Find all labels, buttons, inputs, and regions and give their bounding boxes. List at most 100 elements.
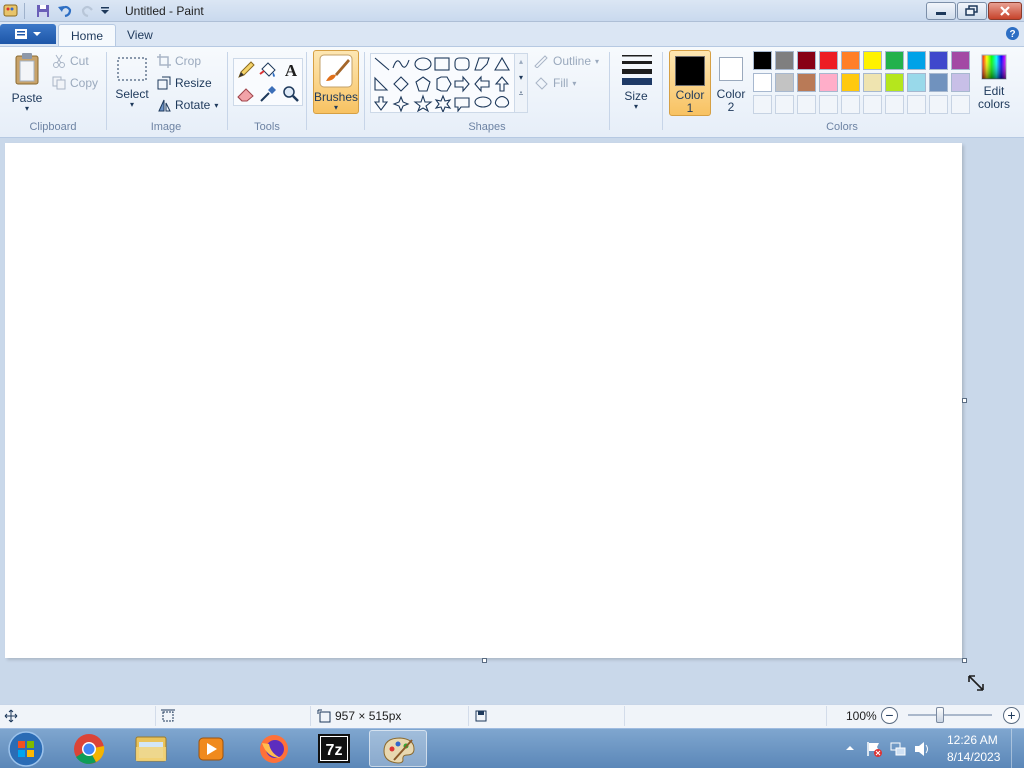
- shapes-scrollbar[interactable]: ▴ ▾ ⩡: [514, 54, 527, 112]
- file-menu-button[interactable]: [0, 24, 56, 44]
- canvas-resize-handle-corner[interactable]: [962, 658, 967, 663]
- palette-swatch[interactable]: [841, 51, 860, 70]
- taskbar-paint[interactable]: [369, 730, 427, 767]
- edit-colors-button[interactable]: Edit colors: [976, 52, 1012, 116]
- quick-access-customize-icon[interactable]: [100, 6, 110, 16]
- palette-swatch[interactable]: [753, 51, 772, 70]
- custom-color-slot[interactable]: [863, 95, 882, 114]
- brushes-label: Brushes: [314, 90, 359, 104]
- zoom-slider-track[interactable]: [908, 714, 992, 716]
- rotate-label: Rotate: [175, 98, 211, 112]
- shapes-expand-icon[interactable]: ⩡: [515, 86, 527, 102]
- fill-label: Fill: [553, 76, 569, 90]
- clock-date[interactable]: 8/14/2023: [947, 750, 1000, 764]
- taskbar-firefox[interactable]: [245, 730, 303, 767]
- fill-button[interactable]: Fill ▾: [533, 74, 576, 92]
- custom-color-slot[interactable]: [775, 95, 794, 114]
- show-desktop-button[interactable]: [1011, 729, 1024, 768]
- action-center-flag-icon[interactable]: [865, 740, 883, 758]
- text-tool-icon[interactable]: A: [281, 60, 301, 80]
- tab-home[interactable]: Home: [58, 24, 117, 46]
- window-title: Untitled - Paint: [125, 4, 204, 18]
- palette-swatch[interactable]: [951, 51, 970, 70]
- close-button[interactable]: [988, 2, 1022, 20]
- custom-color-slot[interactable]: [951, 95, 970, 114]
- select-button[interactable]: Select ▾: [113, 54, 151, 114]
- custom-color-slot[interactable]: [819, 95, 838, 114]
- palette-swatch[interactable]: [863, 73, 882, 92]
- tools-group-label: Tools: [254, 121, 280, 133]
- copy-button[interactable]: Copy: [52, 74, 98, 92]
- folder-icon: [135, 736, 167, 762]
- shapes-gallery[interactable]: [370, 53, 528, 114]
- paint-app-icon[interactable]: [3, 3, 19, 19]
- zoom-slider-thumb[interactable]: [935, 707, 944, 723]
- paste-button[interactable]: Paste ▾: [8, 52, 46, 113]
- volume-icon[interactable]: [913, 740, 931, 758]
- show-hidden-icons-icon[interactable]: [845, 743, 855, 753]
- network-icon[interactable]: [889, 740, 907, 758]
- palette-swatch[interactable]: [841, 73, 860, 92]
- taskbar-7zip[interactable]: 7z: [305, 730, 363, 767]
- custom-color-slot[interactable]: [797, 95, 816, 114]
- canvas-resize-handle-bottom[interactable]: [482, 658, 487, 663]
- minimize-button[interactable]: [926, 2, 956, 20]
- size-button[interactable]: Size ▾: [616, 52, 656, 114]
- color1-number: 1: [686, 101, 694, 115]
- zoom-out-button[interactable]: −: [881, 707, 898, 724]
- rotate-button[interactable]: Rotate ▾: [157, 96, 218, 114]
- taskbar-file-explorer[interactable]: [122, 730, 180, 767]
- clock-time[interactable]: 12:26 AM: [947, 733, 998, 747]
- custom-color-slot[interactable]: [841, 95, 860, 114]
- palette-swatch[interactable]: [819, 51, 838, 70]
- color1-button[interactable]: Color 1: [669, 50, 711, 116]
- palette-swatch[interactable]: [797, 51, 816, 70]
- zoom-in-button[interactable]: +: [1003, 707, 1020, 724]
- taskbar-media-player[interactable]: [182, 730, 240, 767]
- crop-button[interactable]: Crop: [157, 52, 201, 70]
- line-size-icon: [622, 55, 652, 85]
- pencil-icon[interactable]: [236, 60, 256, 80]
- start-button-windows-icon[interactable]: [6, 729, 46, 768]
- media-player-icon: [198, 737, 224, 761]
- palette-swatch[interactable]: [885, 51, 904, 70]
- color2-button[interactable]: Color 2: [713, 50, 749, 116]
- palette-swatch[interactable]: [775, 73, 794, 92]
- redo-icon[interactable]: [80, 3, 96, 19]
- palette-swatch[interactable]: [819, 73, 838, 92]
- taskbar-chrome[interactable]: [60, 730, 118, 767]
- magnifier-icon[interactable]: [281, 84, 301, 104]
- undo-icon[interactable]: [57, 3, 73, 19]
- shapes-scroll-up-icon[interactable]: ▴: [515, 54, 527, 70]
- palette-swatch[interactable]: [797, 73, 816, 92]
- rotate-dropdown-arrow-icon: ▾: [214, 100, 219, 110]
- palette-swatch[interactable]: [885, 73, 904, 92]
- palette-swatch[interactable]: [753, 73, 772, 92]
- custom-color-slot[interactable]: [907, 95, 926, 114]
- custom-color-slot[interactable]: [885, 95, 904, 114]
- palette-swatch[interactable]: [929, 73, 948, 92]
- palette-swatch[interactable]: [951, 73, 970, 92]
- shapes-scroll-down-icon[interactable]: ▾: [515, 70, 527, 86]
- outline-button[interactable]: Outline ▾: [533, 52, 599, 70]
- file-size-icon: [475, 710, 487, 722]
- tab-view[interactable]: View: [115, 24, 165, 46]
- color-picker-icon[interactable]: [258, 84, 278, 104]
- fill-bucket-icon[interactable]: [258, 60, 278, 80]
- eraser-icon[interactable]: [236, 84, 256, 104]
- canvas-resize-handle-right[interactable]: [962, 398, 967, 403]
- custom-color-slot[interactable]: [753, 95, 772, 114]
- custom-color-slot[interactable]: [929, 95, 948, 114]
- help-icon[interactable]: ?: [1005, 26, 1020, 41]
- palette-swatch[interactable]: [929, 51, 948, 70]
- brushes-button[interactable]: Brushes ▾: [313, 50, 359, 114]
- palette-swatch[interactable]: [907, 73, 926, 92]
- resize-button[interactable]: Resize: [157, 74, 212, 92]
- restore-button[interactable]: [957, 2, 987, 20]
- drawing-canvas[interactable]: [5, 143, 962, 658]
- palette-swatch[interactable]: [863, 51, 882, 70]
- palette-swatch[interactable]: [907, 51, 926, 70]
- save-icon[interactable]: [35, 3, 51, 19]
- palette-swatch[interactable]: [775, 51, 794, 70]
- cut-button[interactable]: Cut: [52, 52, 89, 70]
